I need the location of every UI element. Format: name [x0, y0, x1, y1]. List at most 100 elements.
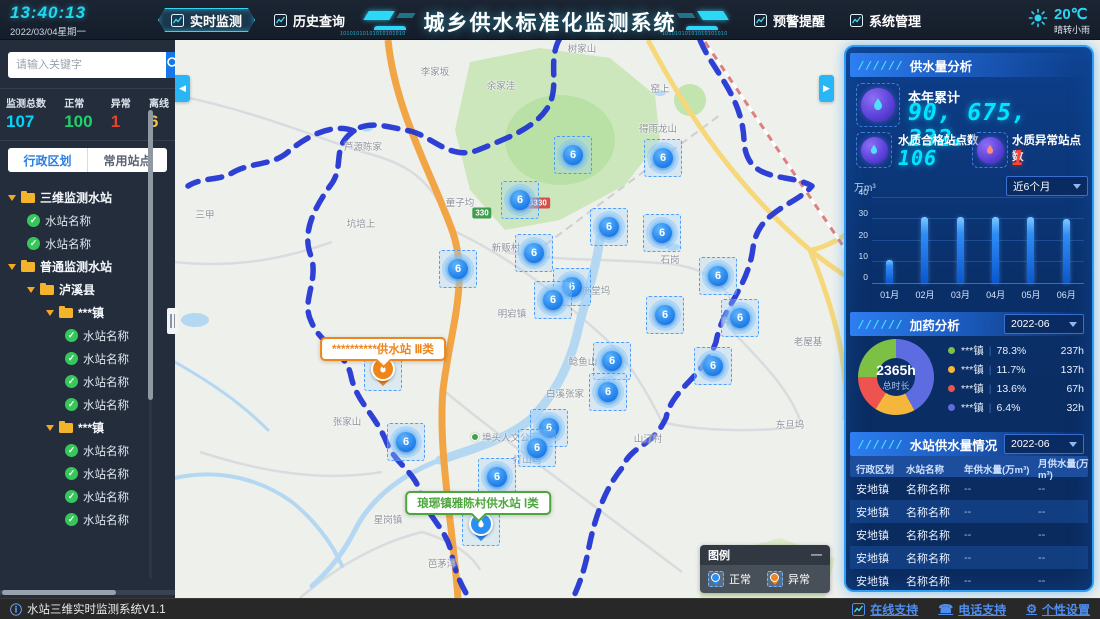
station-cluster-marker[interactable]: 6	[590, 208, 628, 246]
table-row[interactable]: 安地镇名称名称----	[850, 546, 1088, 569]
sidebar-resize-grip[interactable]	[167, 308, 178, 334]
footer-link-1[interactable]: 在线支持	[852, 601, 918, 618]
marker-count: 6	[510, 190, 530, 210]
station-cluster-marker[interactable]: 6	[699, 257, 737, 295]
station-cluster-marker[interactable]: 6	[646, 296, 684, 334]
map-place-label: 芦源陈家	[344, 139, 382, 153]
table-row[interactable]: 安地镇名称名称----	[850, 500, 1088, 523]
legend-separator: |	[989, 364, 992, 376]
table-cell: --	[1038, 575, 1098, 587]
tree-station[interactable]: ✓水站名称	[0, 209, 150, 232]
donut-total: 2365h	[876, 362, 916, 378]
legend-percent: 13.6%	[997, 383, 1035, 395]
tree-station[interactable]: ✓水站名称	[0, 439, 150, 462]
abnormal-station-callout[interactable]: **********供水站 Ⅲ类	[320, 337, 446, 361]
table-cell: 名称名称	[906, 504, 964, 520]
tree-station[interactable]: ✓水站名称	[0, 232, 150, 255]
tree-station[interactable]: ✓水站名称	[0, 347, 150, 370]
caret-down-icon[interactable]	[46, 425, 54, 431]
station-cluster-marker[interactable]: 6	[501, 181, 539, 219]
search-input[interactable]	[8, 52, 166, 78]
nav-button-1[interactable]: 实时监测	[158, 8, 255, 32]
map-place-text: 坑培上	[347, 216, 376, 230]
table-month-dropdown[interactable]: 2022-06	[1004, 434, 1084, 454]
station-cluster-marker[interactable]: 6	[515, 234, 553, 272]
y-tick-label: 0	[850, 272, 868, 282]
caret-down-icon[interactable]	[8, 264, 16, 270]
station-cluster-marker[interactable]: 6	[439, 250, 477, 288]
station-cluster-marker[interactable]: 6	[387, 423, 425, 461]
collapse-sidebar-button[interactable]: ◀	[175, 75, 190, 102]
tree-folder[interactable]: 泸溪县	[0, 278, 150, 301]
search-button[interactable]	[166, 52, 175, 78]
table-row[interactable]: 安地镇名称名称----	[850, 523, 1088, 546]
caret-down-icon[interactable]	[8, 195, 16, 201]
stat-label: 正常	[64, 95, 92, 110]
tree-folder[interactable]: 三维监测水站	[0, 186, 150, 209]
map-place-label: 三甲	[195, 207, 214, 221]
table-cell: --	[964, 575, 1038, 587]
nav-button-3[interactable]: 预警提醒	[742, 8, 837, 32]
caret-down-icon[interactable]	[46, 310, 54, 316]
folder-icon	[40, 285, 54, 295]
h-scrollbar[interactable]	[2, 590, 116, 595]
period-dropdown[interactable]: 近6个月	[1006, 176, 1088, 196]
tree-station[interactable]: ✓水站名称	[0, 462, 150, 485]
tree-folder[interactable]: 普通监测水站	[0, 255, 150, 278]
bar-04月	[992, 217, 999, 283]
nav-button-4[interactable]: 系统管理	[838, 8, 933, 32]
map-place-text: 明宕镇	[498, 306, 527, 320]
normal-station-callout[interactable]: 琅琊镇雅陈村供水站 Ⅰ类	[405, 491, 551, 515]
map-place-label: 张家山	[333, 414, 362, 428]
legend-hours: 32h	[1066, 402, 1084, 414]
tree-station[interactable]: ✓水站名称	[0, 485, 150, 508]
station-cluster-marker[interactable]: 6	[518, 429, 556, 467]
station-cluster-marker[interactable]: 6	[534, 281, 572, 319]
bar-01月	[886, 260, 893, 283]
footer-link-2[interactable]: ☎电话支持	[938, 601, 1006, 618]
station-cluster-marker[interactable]: 6	[554, 136, 592, 174]
station-cluster-marker[interactable]: 6	[721, 299, 759, 337]
legend-dot	[948, 404, 955, 411]
status-ok-icon: ✓	[65, 444, 78, 457]
tree-scrollbar[interactable]	[148, 110, 153, 400]
table-cell: 安地镇	[856, 573, 906, 589]
x-tick-label: 03月	[951, 288, 970, 301]
monitor-chart-icon	[850, 14, 863, 27]
x-tick-label: 06月	[1057, 288, 1076, 301]
tree-station[interactable]: ✓水站名称	[0, 393, 150, 416]
station-cluster-marker[interactable]: 6	[589, 373, 627, 411]
tree-station[interactable]: ✓水站名称	[0, 508, 150, 531]
tree-station-label: 水站名称	[45, 213, 91, 229]
table-row[interactable]: 安地镇名称名称----	[850, 569, 1088, 592]
dosing-month-dropdown[interactable]: 2022-06	[1004, 314, 1084, 334]
tree-station[interactable]: ✓水站名称	[0, 324, 150, 347]
status-ok-icon: ✓	[65, 375, 78, 388]
table-cell: 安地镇	[856, 527, 906, 543]
tab-admin-region[interactable]: 行政区划	[8, 148, 87, 172]
caret-down-icon[interactable]	[27, 287, 35, 293]
tree-folder[interactable]: ***镇	[0, 301, 150, 324]
tree-folder[interactable]: ***镇	[0, 416, 150, 439]
table-cell: 名称名称	[906, 550, 964, 566]
tab-favorite-stations[interactable]: 常用站点	[87, 148, 167, 172]
chevron-down-icon	[1069, 442, 1077, 447]
gridline	[872, 197, 1084, 198]
tree-station[interactable]: ✓水站名称	[0, 370, 150, 393]
table-cell: 安地镇	[856, 504, 906, 520]
station-cluster-marker[interactable]: 6	[694, 347, 732, 385]
table-cell: 名称名称	[906, 573, 964, 589]
info-icon: ⓘ	[10, 601, 22, 618]
stat-3: 异常1	[111, 95, 131, 132]
station-cluster-marker[interactable]: 6	[644, 139, 682, 177]
table-cell: --	[1038, 529, 1098, 541]
legend-collapse-button[interactable]: —	[811, 549, 822, 561]
collapse-panel-button[interactable]: ▶	[819, 75, 834, 102]
road-shield: 330	[472, 208, 491, 219]
footer-link-3[interactable]: ⚙个性设置	[1026, 601, 1090, 618]
marker-count: 6	[527, 438, 547, 458]
tree-folder-label: 泸溪县	[59, 281, 95, 298]
station-cluster-marker[interactable]: 6	[643, 214, 681, 252]
nav-button-label: 历史查询	[293, 11, 345, 30]
tree-station-label: 水站名称	[83, 466, 129, 482]
